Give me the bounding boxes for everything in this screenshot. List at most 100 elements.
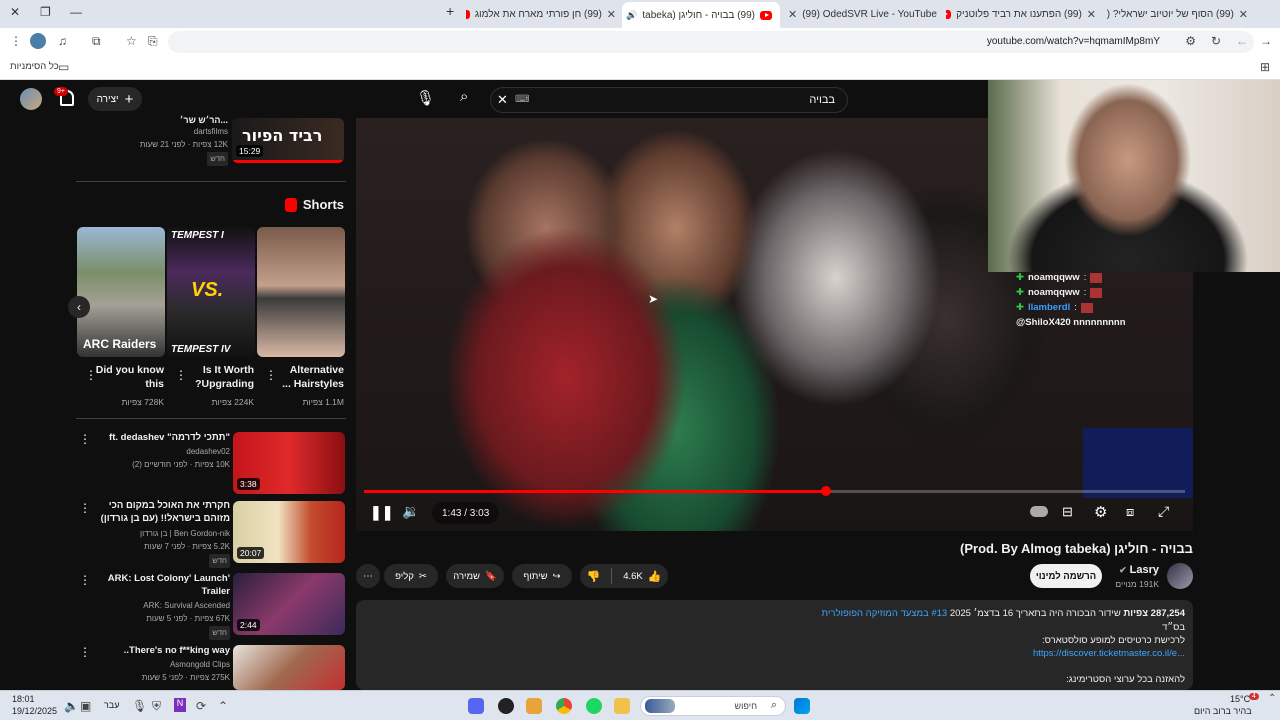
fullscreen-icon[interactable]: ⤢ <box>1158 503 1169 520</box>
forward-icon[interactable]: → <box>1260 34 1272 48</box>
mic-tray-icon[interactable]: 🎙 <box>132 699 147 713</box>
clip-button[interactable]: קליפ ✂ <box>384 564 438 588</box>
video-thumbnail[interactable]: רביד הפיור 15:29 <box>232 118 344 163</box>
chrome-icon[interactable] <box>556 698 572 714</box>
channel-name[interactable]: ARK: Survival Ascended <box>143 600 230 613</box>
tab-5[interactable]: ✕ (99) חן פורתי מארח את אלמוג <box>466 4 616 24</box>
app-icon[interactable] <box>526 698 542 714</box>
keyboard-icon[interactable]: ⌨ <box>515 94 529 105</box>
close-window-icon[interactable]: ✕ <box>10 5 20 19</box>
minimize-window-icon[interactable]: — <box>70 5 82 19</box>
site-info-icon[interactable]: ⚙ <box>1185 34 1196 48</box>
autoplay-toggle[interactable] <box>1030 506 1048 517</box>
video-title[interactable]: There's no f**king way.. <box>80 645 230 658</box>
bookmark-star-icon[interactable]: ☆ <box>126 34 137 48</box>
short-thumbnail-3[interactable]: ARC Raiders <box>77 227 165 357</box>
share-button[interactable]: שיתוף ↪ <box>512 564 572 588</box>
video-thumbnail[interactable]: 20:07 <box>233 501 345 563</box>
dislike-icon[interactable]: 👎 <box>587 570 601 583</box>
tab-close-icon[interactable]: ✕ <box>1087 8 1096 21</box>
all-bookmarks-label[interactable]: כל הסימניות <box>10 61 59 72</box>
install-icon[interactable]: ⎘ <box>148 34 158 49</box>
search-input[interactable]: ✕ ⌨ בבויה <box>490 87 848 113</box>
taskbar-search[interactable]: חיפוש ⌕ <box>640 696 786 716</box>
more-actions-button[interactable]: ⋯ <box>356 564 380 588</box>
video-title[interactable]: "תתכי לדרמה" ft. dedashev <box>80 432 230 445</box>
description-box[interactable]: 287,254 צפיות שידור הבכורה היה בתאריך 16… <box>356 600 1193 690</box>
clear-search-icon[interactable]: ✕ <box>497 92 508 108</box>
channel-name[interactable]: Ben Gordon-nik | בן גורדון <box>140 528 230 541</box>
video-thumbnail[interactable]: 3:38 <box>233 432 345 494</box>
app-icon[interactable] <box>498 698 514 714</box>
windows-start-icon[interactable] <box>794 698 810 714</box>
trending-tag[interactable]: #13 במצעד המוזיקה הפופולרית <box>822 608 948 619</box>
sync-tray-icon[interactable]: ⟳ <box>196 699 206 713</box>
more-options-icon[interactable]: ⋮ <box>79 501 91 515</box>
more-options-icon[interactable]: ⋮ <box>85 368 97 382</box>
tab-3[interactable]: ✕ (99) OdedSVR Live - YouTube <box>788 4 938 24</box>
tab-1[interactable]: ✕ (99) הסוף של יוטיוב ישראלי? (נ... <box>1106 4 1248 24</box>
short-title[interactable]: Did you know this <box>88 364 164 391</box>
short-thumbnail-1[interactable] <box>257 227 345 357</box>
video-thumbnail[interactable]: 2:44 <box>233 573 345 635</box>
more-options-icon[interactable]: ⋮ <box>175 368 187 382</box>
more-options-icon[interactable]: ⋮ <box>79 432 91 446</box>
new-tab-icon[interactable]: + <box>446 3 454 19</box>
audio-icon[interactable]: 🔊 <box>626 10 637 21</box>
weather-desc[interactable]: בהיר ברוב היום <box>1194 706 1252 716</box>
tab-close-icon[interactable]: ✕ <box>1239 8 1248 21</box>
extensions-icon[interactable]: ⧉ <box>92 34 101 49</box>
onenote-tray-icon[interactable]: N <box>174 698 186 712</box>
microphone-icon[interactable]: 🎙 <box>416 89 435 107</box>
ticket-link[interactable]: https://discover.ticketmaster.co.il/e... <box>1033 648 1185 659</box>
subscribe-button[interactable]: הרשמה למינוי <box>1030 564 1102 588</box>
tab-close-icon[interactable]: ✕ <box>788 8 797 21</box>
omnibox[interactable]: ☆ ⎘ youtube.com/watch?v=hqmamIMp8mY ⚙ <box>126 31 1254 53</box>
create-button[interactable]: יצירה + <box>88 87 142 111</box>
search-icon[interactable]: ⌕ <box>460 88 468 105</box>
account-avatar[interactable] <box>20 88 42 110</box>
save-button[interactable]: שמירה 🔖 <box>446 564 504 588</box>
profile-icon[interactable] <box>30 33 46 49</box>
channel-avatar[interactable] <box>1167 563 1193 589</box>
reload-icon[interactable]: ↻ <box>1211 34 1221 48</box>
more-options-icon[interactable]: ⋮ <box>265 368 277 382</box>
pause-icon[interactable]: ❚❚ <box>370 504 393 521</box>
video-title[interactable]: ...הר׳ש שר׳ <box>88 114 228 126</box>
clock-time[interactable]: 18:01 <box>12 694 35 704</box>
short-thumbnail-2[interactable]: TEMPEST I VS. TEMPEST IV <box>167 227 255 357</box>
progress-scrubber[interactable] <box>821 486 832 496</box>
volume-icon[interactable]: 🔉 <box>402 503 419 520</box>
back-icon[interactable]: ← <box>1236 34 1248 48</box>
clock-date[interactable]: 19/12/2025 <box>12 706 57 716</box>
shield-tray-icon[interactable]: ⛨ <box>152 699 161 714</box>
subtitles-icon[interactable]: ⊟ <box>1062 504 1073 520</box>
media-control-icon[interactable]: ♫ <box>58 34 67 48</box>
tab-close-icon[interactable]: ✕ <box>607 8 616 21</box>
short-title[interactable]: Is It Worth Upgrading? <box>178 364 254 391</box>
discord-icon[interactable] <box>468 698 484 714</box>
file-explorer-icon[interactable] <box>614 698 630 714</box>
chevron-up-icon[interactable]: ⌃ <box>218 699 228 713</box>
shorts-prev-button[interactable]: ‹ <box>68 296 90 318</box>
apps-grid-icon[interactable]: ⊞ <box>1260 60 1270 74</box>
channel-name[interactable]: Lasry <box>1130 564 1159 576</box>
channel-name[interactable]: Asmongold Clips <box>142 659 230 672</box>
progress-bar[interactable] <box>364 486 1185 496</box>
like-count[interactable]: 4.6K <box>623 571 643 582</box>
menu-dots-icon[interactable]: ⋮ <box>10 34 22 48</box>
weather-temp[interactable]: 15°C <box>1230 694 1250 704</box>
short-title[interactable]: Alternative Hairstyles ... <box>268 364 344 391</box>
like-icon[interactable]: 👍 <box>648 570 662 583</box>
settings-gear-icon[interactable]: ⚙ <box>1094 503 1107 521</box>
channel-name[interactable]: dartsfilms <box>140 126 228 139</box>
volume-tray-icon[interactable]: 🔈 <box>64 699 79 713</box>
network-tray-icon[interactable]: ▣ <box>80 699 91 713</box>
channel-name-row[interactable]: ✔ Lasry <box>1119 564 1159 576</box>
video-title[interactable]: חקרתי את האוכל במקום הכי מזוהם בישראל!! … <box>80 500 230 526</box>
tab-active[interactable]: (99) בבויה - חוליגן (tabeka 🔊 ✕ <box>622 2 780 28</box>
video-title[interactable]: 'ARK: Lost Colony' Launch Trailer <box>80 573 230 599</box>
tab-2[interactable]: ✕ (99) הפתענו את רביד פלוטניק <box>946 4 1096 24</box>
url-text[interactable]: youtube.com/watch?v=hqmamIMp8mY <box>987 36 1160 47</box>
more-options-icon[interactable]: ⋮ <box>79 645 91 659</box>
